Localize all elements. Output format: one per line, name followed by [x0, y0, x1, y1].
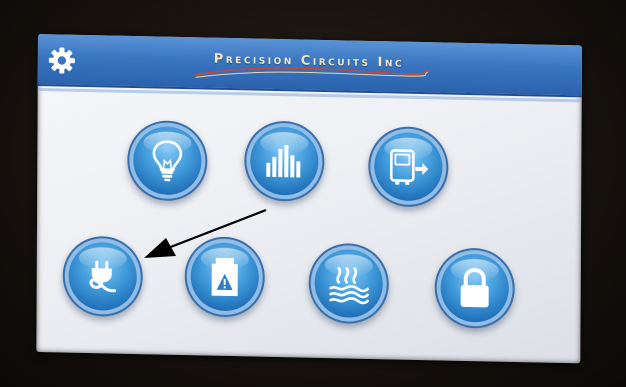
- transfer-button[interactable]: [374, 132, 443, 202]
- header-bar: Precision Circuits Inc: [37, 34, 582, 98]
- chart-button[interactable]: [250, 126, 319, 196]
- lock-icon: [460, 268, 489, 308]
- lightbulb-button[interactable]: [133, 126, 202, 196]
- heat-waves-button[interactable]: [314, 248, 383, 319]
- lock-button[interactable]: [440, 253, 509, 323]
- transfer-icon: [389, 149, 429, 185]
- brand-swoosh: [193, 67, 431, 78]
- heat-waves-icon: [329, 267, 369, 305]
- power-plug-button[interactable]: [68, 241, 137, 312]
- gear-icon[interactable]: [47, 45, 77, 76]
- lightbulb-icon: [152, 140, 183, 182]
- power-plug-icon: [89, 260, 117, 293]
- touch-screen: Precision Circuits Inc: [36, 34, 582, 364]
- bar-chart-icon: [266, 145, 301, 178]
- pointer-arrow: [144, 208, 267, 258]
- brand-logo: Precision Circuits Inc: [184, 51, 434, 86]
